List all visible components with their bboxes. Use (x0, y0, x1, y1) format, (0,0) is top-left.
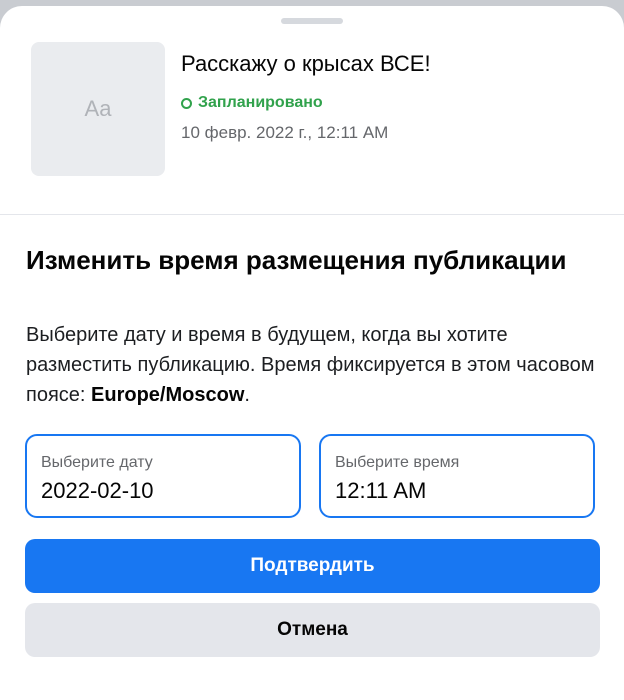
date-field-value[interactable]: 2022-02-10 (41, 478, 154, 504)
post-thumbnail: Aa (31, 42, 165, 176)
timezone-label: Europe/Moscow (91, 384, 245, 406)
post-title: Расскажу о крысах ВСЕ! (181, 51, 431, 76)
date-field[interactable]: Выберите дату 2022-02-10 (25, 434, 301, 518)
divider (0, 214, 624, 215)
time-field-label: Выберите время (335, 454, 460, 471)
post-preview: Aa Расскажу о крысах ВСЕ! Запланировано … (0, 34, 624, 214)
status-badge: Запланировано (181, 94, 323, 112)
bottom-sheet: Aa Расскажу о крысах ВСЕ! Запланировано … (0, 6, 624, 700)
page-title: Изменить время размещения публикации (26, 245, 567, 275)
status-label: Запланировано (198, 94, 323, 111)
description-end: . (244, 384, 250, 406)
description: Выберите дату и время в будущем, когда в… (26, 320, 601, 410)
drag-handle[interactable] (281, 18, 343, 24)
thumbnail-text: Aa (84, 96, 112, 121)
date-field-label: Выберите дату (41, 454, 153, 471)
cancel-button[interactable]: Отмена (25, 603, 600, 657)
confirm-button[interactable]: Подтвердить (25, 539, 600, 593)
time-field-value[interactable]: 12:11 AM (335, 478, 426, 504)
scheduled-time: 10 февр. 2022 г., 12:11 AM (181, 123, 389, 142)
time-field[interactable]: Выберите время 12:11 AM (319, 434, 595, 518)
status-circle-icon (181, 97, 192, 109)
